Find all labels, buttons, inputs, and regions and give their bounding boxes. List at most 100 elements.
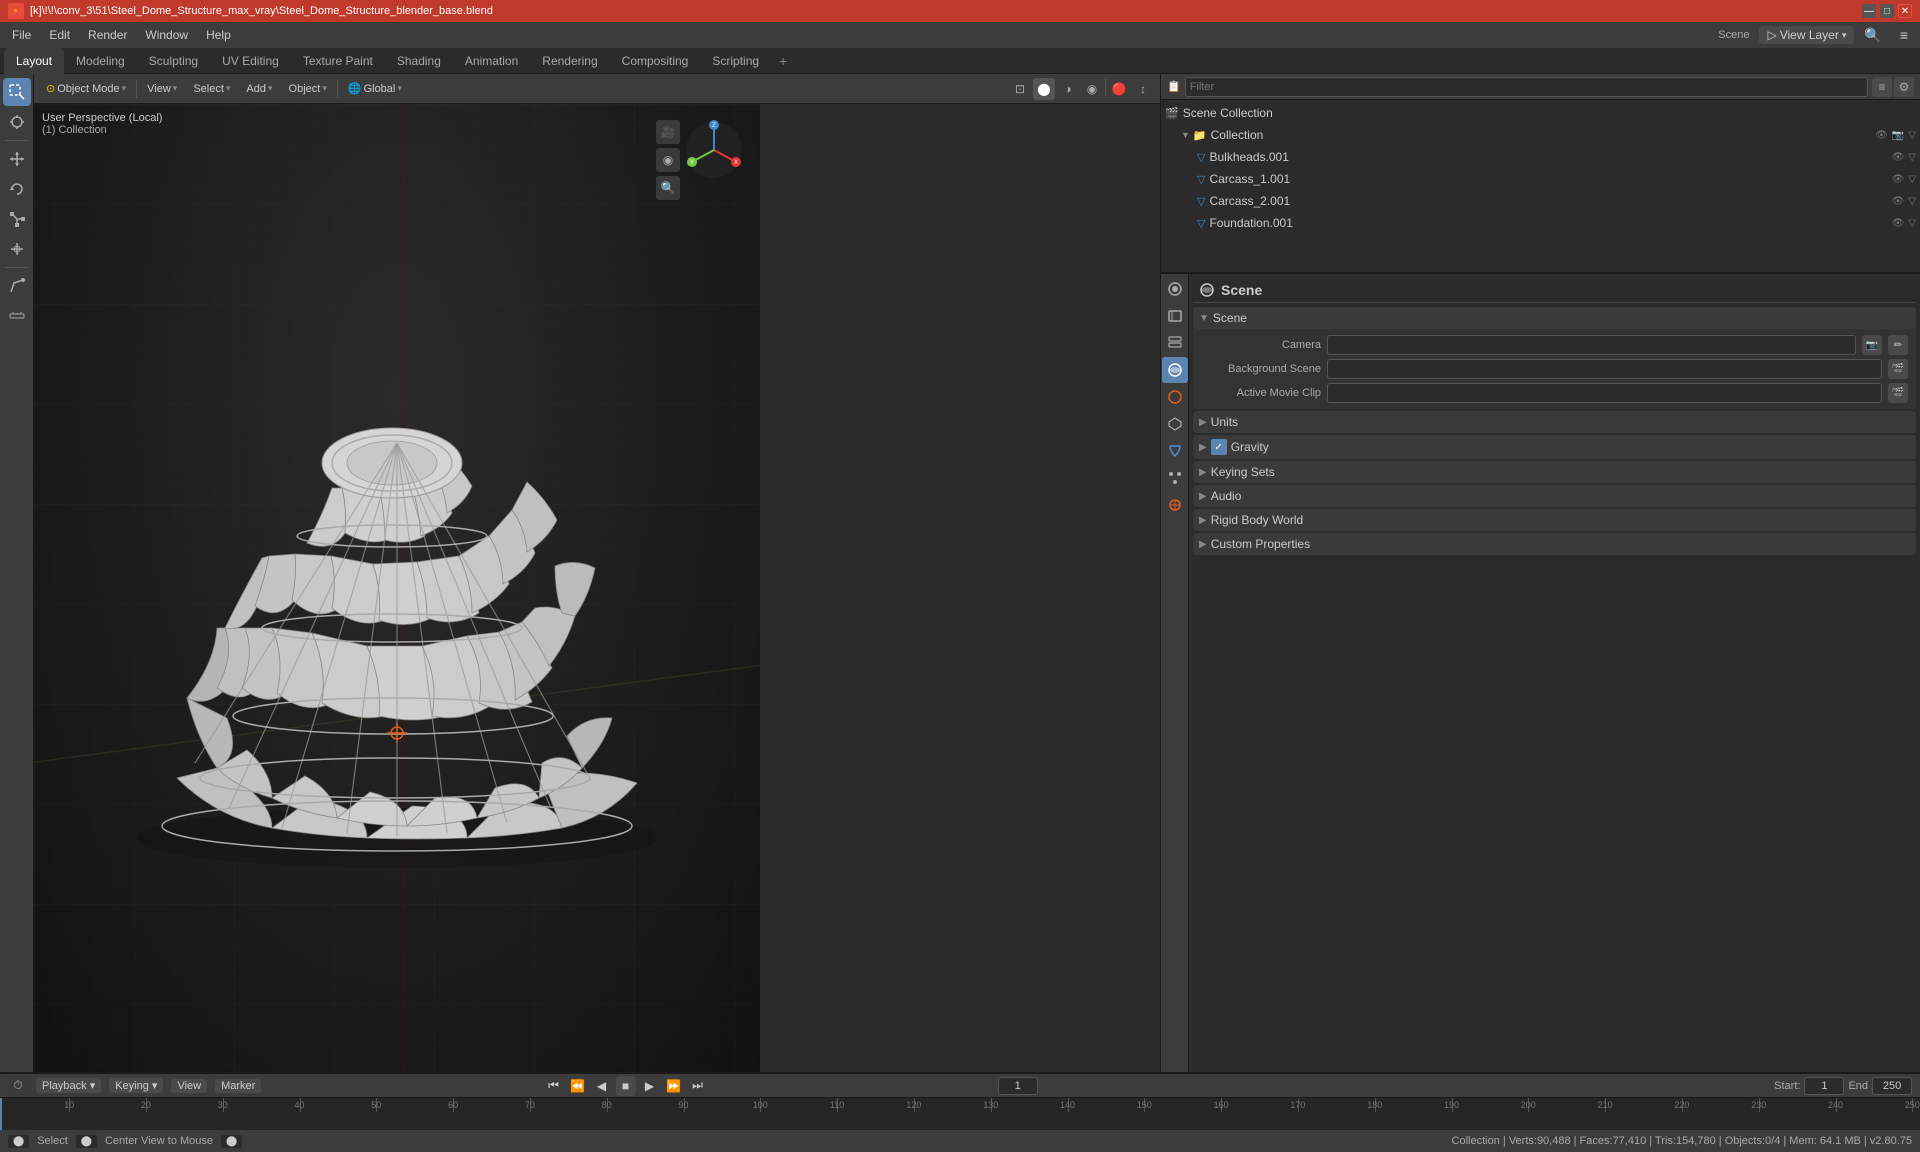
render-props-btn[interactable]: [1162, 276, 1188, 302]
modifier-props-btn[interactable]: [1162, 438, 1188, 464]
keying-header[interactable]: ▶ Keying Sets: [1193, 461, 1916, 483]
filter-button[interactable]: ≡: [1892, 25, 1916, 45]
tab-rendering[interactable]: Rendering: [530, 48, 609, 74]
close-button[interactable]: ✕: [1898, 4, 1912, 18]
units-header[interactable]: ▶ Units: [1193, 411, 1916, 433]
tab-texture-paint[interactable]: Texture Paint: [291, 48, 385, 74]
step-back-btn[interactable]: ⏪: [568, 1076, 588, 1096]
menu-window[interactable]: Window: [137, 26, 196, 44]
step-forward-btn[interactable]: ⏩: [664, 1076, 684, 1096]
object-menu-button[interactable]: Object: [283, 81, 333, 97]
filter-icon-3[interactable]: ▽: [1908, 196, 1916, 207]
custom-props-header[interactable]: ▶ Custom Properties: [1193, 533, 1916, 555]
stop-btn[interactable]: ■: [616, 1076, 636, 1096]
outliner-carcass-2[interactable]: ▽ Carcass_2.001 👁 ▽: [1161, 190, 1920, 212]
add-menu-button[interactable]: Add: [240, 81, 278, 97]
tab-layout[interactable]: Layout: [4, 48, 64, 74]
marker-button[interactable]: Marker: [215, 1079, 261, 1093]
camera-picker-btn[interactable]: 📷: [1862, 335, 1882, 355]
view-layer-select[interactable]: ▷ View Layer ▾: [1759, 26, 1854, 44]
outliner-search-input[interactable]: [1185, 77, 1868, 97]
move-tool-button[interactable]: [3, 145, 31, 173]
view-menu-button[interactable]: View: [141, 81, 183, 97]
particles-btn[interactable]: [1162, 465, 1188, 491]
menu-edit[interactable]: Edit: [41, 26, 78, 44]
camera-view-btn[interactable]: 🎥: [656, 120, 680, 144]
select-tool-button[interactable]: [3, 78, 31, 106]
tab-shading[interactable]: Shading: [385, 48, 453, 74]
filter-icon-2[interactable]: ▽: [1908, 174, 1916, 185]
add-workspace-button[interactable]: +: [771, 49, 795, 73]
scene-section-header[interactable]: ▼ Scene: [1193, 307, 1916, 329]
start-frame-input[interactable]: [1804, 1077, 1844, 1095]
movie-clip-value[interactable]: [1327, 383, 1882, 403]
filter-icon-sm[interactable]: ▽: [1908, 130, 1916, 141]
outliner-scene-collection[interactable]: 🎬 Scene Collection: [1161, 102, 1920, 124]
annotate-button[interactable]: [3, 272, 31, 300]
world-props-btn[interactable]: [1162, 384, 1188, 410]
transform-tool-button[interactable]: [3, 235, 31, 263]
viewport-shading-solid[interactable]: ⬤: [1033, 78, 1055, 100]
outliner-bulkheads[interactable]: ▽ Bulkheads.001 👁 ▽: [1161, 146, 1920, 168]
outliner-carcass-1[interactable]: ▽ Carcass_1.001 👁 ▽: [1161, 168, 1920, 190]
output-props-btn[interactable]: [1162, 303, 1188, 329]
menu-render[interactable]: Render: [80, 26, 135, 44]
search-viewport-btn[interactable]: 🔍: [656, 176, 680, 200]
search-button[interactable]: 🔍: [1856, 25, 1889, 46]
tab-uv-editing[interactable]: UV Editing: [210, 48, 291, 74]
view-button[interactable]: View: [171, 1079, 207, 1093]
xray-btn[interactable]: ⊡: [1009, 78, 1031, 100]
camera-value[interactable]: [1327, 335, 1856, 355]
measure-button[interactable]: [3, 302, 31, 330]
viewport-shading-rendered[interactable]: ◉: [1081, 78, 1103, 100]
menu-file[interactable]: File: [4, 26, 39, 44]
rigid-body-header[interactable]: ▶ Rigid Body World: [1193, 509, 1916, 531]
movie-clip-picker[interactable]: 🎬: [1888, 383, 1908, 403]
outliner-filter-btn[interactable]: ≡: [1872, 77, 1892, 97]
play-back-btn[interactable]: ◀: [592, 1076, 612, 1096]
playback-button[interactable]: Playback ▾: [36, 1078, 101, 1093]
global-select-button[interactable]: 🌐 Global: [342, 80, 408, 97]
eye-icon-2[interactable]: 👁: [1892, 174, 1905, 185]
show-overlays-btn[interactable]: 🔴: [1108, 78, 1130, 100]
minimize-button[interactable]: —: [1862, 4, 1876, 18]
bg-scene-value[interactable]: [1327, 359, 1882, 379]
bg-scene-picker[interactable]: 🎬: [1888, 359, 1908, 379]
current-frame-input[interactable]: [998, 1077, 1038, 1095]
viewport-shading-material[interactable]: ◑: [1057, 78, 1079, 100]
gravity-header[interactable]: ▶ ✓ Gravity: [1193, 435, 1916, 459]
eye-icon-3[interactable]: 👁: [1892, 196, 1905, 207]
tab-modeling[interactable]: Modeling: [64, 48, 137, 74]
show-gizmos-btn[interactable]: ↕: [1132, 78, 1154, 100]
object-mode-button[interactable]: ⊙ Object Mode: [40, 80, 132, 97]
play-btn[interactable]: ▶: [640, 1076, 660, 1096]
outliner-foundation[interactable]: ▽ Foundation.001 👁 ▽: [1161, 212, 1920, 234]
filter-icon-4[interactable]: ▽: [1908, 218, 1916, 229]
cursor-tool-button[interactable]: [3, 108, 31, 136]
keying-button[interactable]: Keying ▾: [109, 1078, 163, 1093]
rotate-tool-button[interactable]: [3, 175, 31, 203]
tab-compositing[interactable]: Compositing: [610, 48, 701, 74]
outliner-collection[interactable]: ▼ 📁 Collection 👁 📷 ▽: [1161, 124, 1920, 146]
jump-start-btn[interactable]: ⏮: [544, 1076, 564, 1096]
view-layer-props-btn[interactable]: [1162, 330, 1188, 356]
menu-help[interactable]: Help: [198, 26, 239, 44]
viewport-3d[interactable]: User Perspective (Local) (1) Collection: [34, 104, 760, 1072]
physics-btn[interactable]: [1162, 492, 1188, 518]
eye-icon-1[interactable]: 👁: [1892, 152, 1905, 163]
tab-animation[interactable]: Animation: [453, 48, 530, 74]
viewport-gizmo[interactable]: Z X Y: [684, 120, 744, 180]
filter-icon-1[interactable]: ▽: [1908, 152, 1916, 163]
end-frame-input[interactable]: [1872, 1077, 1912, 1095]
render-preview-btn[interactable]: ◉: [656, 148, 680, 172]
scene-props-btn[interactable]: [1162, 357, 1188, 383]
camera-icon-sm[interactable]: 📷: [1892, 130, 1904, 141]
select-menu-button[interactable]: Select: [187, 81, 236, 97]
jump-end-btn[interactable]: ⏭: [688, 1076, 708, 1096]
gravity-checkbox[interactable]: ✓: [1211, 439, 1227, 455]
eye-icon[interactable]: 👁: [1875, 130, 1888, 141]
audio-header[interactable]: ▶ Audio: [1193, 485, 1916, 507]
camera-edit-btn[interactable]: ✏: [1888, 335, 1908, 355]
tab-scripting[interactable]: Scripting: [700, 48, 771, 74]
eye-icon-4[interactable]: 👁: [1892, 218, 1905, 229]
